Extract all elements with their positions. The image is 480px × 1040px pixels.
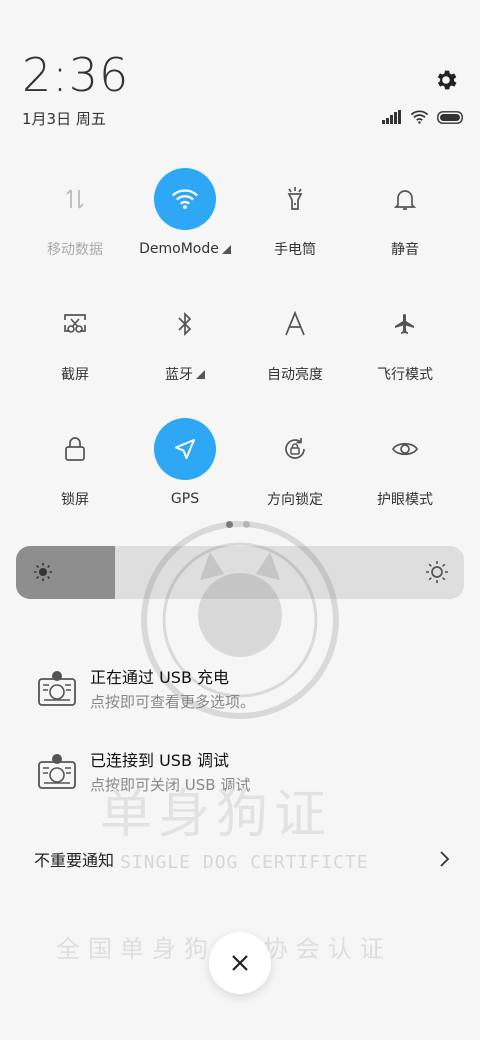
notification-usb-charging[interactable]: 正在通过 USB 充电 点按即可查看更多选项。 bbox=[36, 667, 456, 713]
auto-brightness-icon bbox=[285, 311, 305, 336]
signal-icon bbox=[382, 110, 401, 124]
tile-circle bbox=[154, 168, 216, 230]
unimportant-notifications-row[interactable]: 不重要通知 bbox=[34, 846, 450, 872]
tile-circle bbox=[154, 418, 216, 480]
brightness-low-icon bbox=[34, 563, 52, 581]
tile-circle bbox=[374, 168, 436, 230]
page-indicator bbox=[226, 521, 250, 528]
rotation-lock-icon bbox=[285, 438, 305, 459]
tile-label: 锁屏 bbox=[61, 492, 89, 508]
tile-circle bbox=[44, 293, 106, 355]
mobile-data-icon bbox=[66, 189, 84, 209]
tile-label: 护眼模式 bbox=[377, 492, 433, 508]
tile-label: 截屏 bbox=[61, 367, 89, 383]
expand-triangle-icon bbox=[221, 244, 231, 254]
clock: 2:36 bbox=[22, 48, 130, 102]
unimportant-label: 不重要通知 bbox=[34, 851, 115, 870]
date-label: 1月3日 周五 bbox=[22, 110, 106, 128]
bell-icon bbox=[394, 190, 416, 210]
tile-mobile-data[interactable]: 移动数据 bbox=[20, 168, 130, 258]
tile-circle bbox=[154, 293, 216, 355]
tile-circle bbox=[44, 418, 106, 480]
airplane-icon bbox=[395, 314, 414, 334]
tile-gps[interactable]: GPS bbox=[130, 418, 240, 508]
close-icon bbox=[232, 955, 248, 971]
tile-circle bbox=[44, 168, 106, 230]
chevron-right-icon bbox=[440, 851, 450, 867]
tile-label-wrap: 蓝牙 bbox=[165, 365, 205, 383]
tile-label: 飞行模式 bbox=[377, 367, 433, 383]
battery-icon bbox=[437, 110, 463, 124]
clear-all-button[interactable] bbox=[209, 932, 271, 994]
quick-settings-grid: 移动数据 DemoMode 手电筒 静音 截屏 蓝牙 自动亮度 飞行模式 锁屏 … bbox=[20, 168, 460, 508]
tile-label: 静音 bbox=[391, 242, 419, 258]
tile-circle bbox=[374, 293, 436, 355]
bluetooth-icon bbox=[178, 311, 192, 337]
tile-rotation-lock[interactable]: 方向锁定 bbox=[240, 418, 350, 508]
tile-screenshot[interactable]: 截屏 bbox=[20, 293, 130, 383]
notification-title: 已连接到 USB 调试 bbox=[90, 751, 230, 770]
notification-text: 已连接到 USB 调试 点按即可关闭 USB 调试 bbox=[90, 750, 250, 796]
tile-label: DemoMode bbox=[139, 241, 219, 257]
tile-label: GPS bbox=[170, 491, 200, 507]
tile-bluetooth[interactable]: 蓝牙 bbox=[130, 293, 240, 383]
tile-silent[interactable]: 静音 bbox=[350, 168, 460, 258]
tile-label: 手电筒 bbox=[274, 242, 316, 258]
wifi-icon bbox=[171, 189, 199, 210]
eye-icon bbox=[392, 442, 418, 456]
tile-label: 方向锁定 bbox=[267, 492, 323, 508]
settings-button[interactable] bbox=[432, 66, 460, 94]
tile-circle bbox=[264, 293, 326, 355]
tile-label: 自动亮度 bbox=[267, 367, 323, 383]
tile-lock-screen[interactable]: 锁屏 bbox=[20, 418, 130, 508]
brightness-fill bbox=[16, 546, 115, 599]
app-badge-icon bbox=[38, 671, 76, 706]
tile-airplane[interactable]: 飞行模式 bbox=[350, 293, 460, 383]
brightness-high-icon bbox=[426, 561, 448, 583]
wifi-status-icon bbox=[410, 110, 429, 124]
tile-flashlight[interactable]: 手电筒 bbox=[240, 168, 350, 258]
expand-triangle-icon bbox=[196, 369, 205, 379]
brightness-slider[interactable] bbox=[16, 546, 464, 599]
tile-label: 移动数据 bbox=[47, 242, 103, 258]
screenshot-icon bbox=[64, 314, 86, 333]
app-badge-icon bbox=[38, 754, 76, 789]
tile-eye-protection[interactable]: 护眼模式 bbox=[350, 418, 460, 508]
notification-subtitle: 点按即可关闭 USB 调试 bbox=[90, 776, 251, 794]
tile-label-wrap: DemoMode bbox=[139, 240, 231, 258]
tile-circle bbox=[264, 418, 326, 480]
flashlight-icon bbox=[287, 187, 303, 210]
tile-wifi[interactable]: DemoMode bbox=[130, 168, 240, 258]
tile-circle bbox=[374, 418, 436, 480]
gear-icon bbox=[437, 70, 457, 90]
tile-label: 蓝牙 bbox=[165, 367, 193, 383]
system-status-icons bbox=[382, 108, 463, 126]
tile-auto-brightness[interactable]: 自动亮度 bbox=[240, 293, 350, 383]
page-dot bbox=[243, 521, 250, 528]
tile-circle bbox=[264, 168, 326, 230]
notification-usb-debugging[interactable]: 已连接到 USB 调试 点按即可关闭 USB 调试 bbox=[36, 750, 456, 796]
notification-title: 正在通过 USB 充电 bbox=[90, 668, 230, 687]
notification-text: 正在通过 USB 充电 点按即可查看更多选项。 bbox=[90, 667, 255, 713]
lock-icon bbox=[65, 437, 85, 461]
notification-subtitle: 点按即可查看更多选项。 bbox=[90, 693, 256, 711]
page-dot-active bbox=[226, 521, 233, 528]
gps-icon bbox=[175, 439, 195, 459]
